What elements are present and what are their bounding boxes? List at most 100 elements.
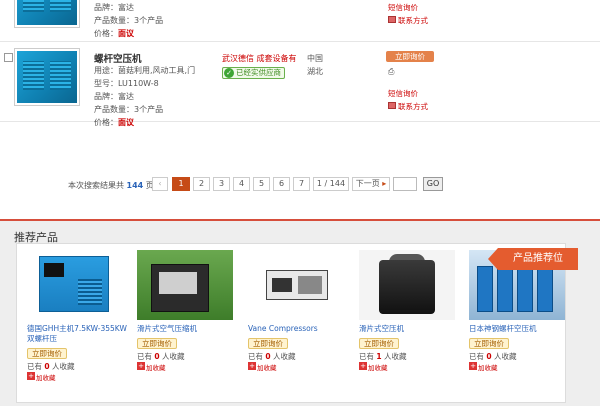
product-name-link[interactable]: 德国GHH主机7.5KW-355KW双螺杆压 [27,324,127,344]
favorite-count-prefix: 已有 [27,362,42,371]
favorite-count-value: 0 [154,352,160,361]
product-row: 螺杆空压机 用途：菌菇利用,风动工具,门 型号：LU110W-8 品牌：富达 产… [0,42,600,127]
ask-price-button[interactable]: 立即询价 [137,338,177,349]
contact-card-icon [388,16,396,23]
product-image[interactable] [248,250,344,320]
page-1[interactable]: 1 [172,177,190,191]
supplier-company-link[interactable]: 武汉德信 成套设备有 [222,53,297,64]
contact-label: 联系方式 [398,16,428,25]
add-favorite-label: 加收藏 [478,364,498,372]
product-thumbnail[interactable] [14,0,80,28]
location-province: 湖北 [307,67,323,76]
product-brand: 品牌：富达 [94,92,134,101]
contact-label: 联系方式 [398,102,428,111]
next-page-label: 下一页 [355,179,380,188]
check-icon: ✓ [224,68,234,78]
product-name-link[interactable]: 滑片式空气压缩机 [137,324,237,334]
product-name-link[interactable]: 滑片式空压机 [359,324,459,334]
plus-icon: + [469,362,477,370]
contact-link[interactable]: 联系方式 [388,101,428,112]
favorite-count: 已有 0 人收藏 [248,351,296,362]
product-title[interactable]: 螺杆空压机 [94,51,142,65]
verified-supplier-badge[interactable]: ✓ 已经实供应商 [222,67,285,79]
favorite-count: 已有 1 人收藏 [359,351,407,362]
page-6[interactable]: 6 [273,177,290,191]
favorite-count-suffix: 人收藏 [494,352,517,361]
total-pages: 144 [126,181,144,190]
page-4[interactable]: 4 [233,177,250,191]
plus-icon: + [359,362,367,370]
add-favorite-label: 加收藏 [368,364,388,372]
add-favorite-button[interactable]: + 加收藏 [27,372,56,382]
product-image[interactable] [27,250,123,320]
plus-icon: + [248,362,256,370]
favorite-count-suffix: 人收藏 [384,352,407,361]
page-5[interactable]: 5 [253,177,270,191]
location-country: 中国 [307,54,323,63]
product-name-link[interactable]: 日本神钢螺杆空压机 [469,324,569,334]
plus-icon: + [137,362,145,370]
page-status: 1 / 144 [313,177,349,191]
arrow-right-icon: ▸ [382,179,387,188]
add-favorite-button[interactable]: + 加收藏 [248,362,277,372]
recommended-panel: 德国GHH主机7.5KW-355KW双螺杆压 立即询价 已有 0 人收藏 + 加收… [16,243,566,403]
favorite-count-suffix: 人收藏 [162,352,185,361]
product-usage: 用途：菌菇利用,风动工具,门 [94,66,196,75]
add-favorite-label: 加收藏 [257,364,277,372]
pagination: 本次搜索结果共 144 页 ‹ 1 2 3 4 5 6 7 1 / 144 下一… [0,177,600,193]
product-price: 价格：面议 [94,28,134,39]
verified-supplier-label: 已经实供应商 [236,68,281,77]
search-results-list: 品牌：富达 产品数量：3个产品 价格：面议 短信询价 联系方式 螺杆空压机 用途… [0,0,600,127]
price-value: 面议 [118,29,134,38]
ask-price-button[interactable]: 立即询价 [359,338,399,349]
result-count-prefix: 本次搜索结果共 [68,181,124,190]
add-favorite-button[interactable]: + 加收藏 [469,362,498,372]
ask-price-button[interactable]: 立即询价 [386,51,434,62]
product-row: 品牌：富达 产品数量：3个产品 价格：面议 短信询价 联系方式 [0,0,600,42]
ask-price-button[interactable]: 立即询价 [248,338,288,349]
favorite-count-value: 0 [44,362,50,371]
favorite-count-value: 0 [486,352,492,361]
ask-price-button[interactable]: 立即询价 [27,348,67,359]
price-value: 面议 [118,118,134,127]
favorite-count-value: 1 [376,352,382,361]
page-7[interactable]: 7 [293,177,310,191]
select-checkbox[interactable] [4,53,13,62]
add-favorite-label: 加收藏 [36,374,56,382]
page-2[interactable]: 2 [193,177,210,191]
product-quantity: 产品数量：3个产品 [94,105,164,114]
product-quantity: 产品数量：3个产品 [94,16,164,25]
favorite-count-prefix: 已有 [359,352,374,361]
contact-link[interactable]: 联系方式 [388,15,428,26]
next-page-button[interactable]: 下一页 ▸ [352,177,390,191]
result-count: 本次搜索结果共 144 页 [68,180,154,191]
contact-card-icon [388,102,396,109]
product-image[interactable] [359,250,455,320]
add-favorite-button[interactable]: + 加收藏 [359,362,388,372]
go-button[interactable]: GO [423,177,443,191]
page-3[interactable]: 3 [213,177,230,191]
product-model: 型号：LU110W-8 [94,79,159,88]
product-thumbnail[interactable] [14,48,80,106]
favorite-count-prefix: 已有 [248,352,263,361]
price-label: 价格： [94,118,118,127]
favorite-count-suffix: 人收藏 [52,362,75,371]
promo-badge: 产品推荐位 [498,248,578,270]
favorite-count-suffix: 人收藏 [273,352,296,361]
favorite-count: 已有 0 人收藏 [137,351,185,362]
favorite-count-prefix: 已有 [137,352,152,361]
sms-inquiry-link[interactable]: 短信询价 [388,88,418,99]
plus-icon: + [27,372,35,380]
favorite-count-prefix: 已有 [469,352,484,361]
sms-inquiry-link[interactable]: 短信询价 [388,2,418,13]
product-name-link[interactable]: Vane Compressors [248,324,348,334]
add-favorite-button[interactable]: + 加收藏 [137,362,166,372]
page-number-input[interactable] [393,177,417,191]
ask-price-button[interactable]: 立即询价 [469,338,509,349]
prev-page-button[interactable]: ‹ [152,177,168,191]
favorite-count: 已有 0 人收藏 [27,361,75,372]
product-price: 价格：面议 [94,117,134,128]
add-favorite-label: 加收藏 [146,364,166,372]
product-image[interactable] [137,250,233,320]
printer-icon[interactable]: ⎙ [388,68,396,76]
